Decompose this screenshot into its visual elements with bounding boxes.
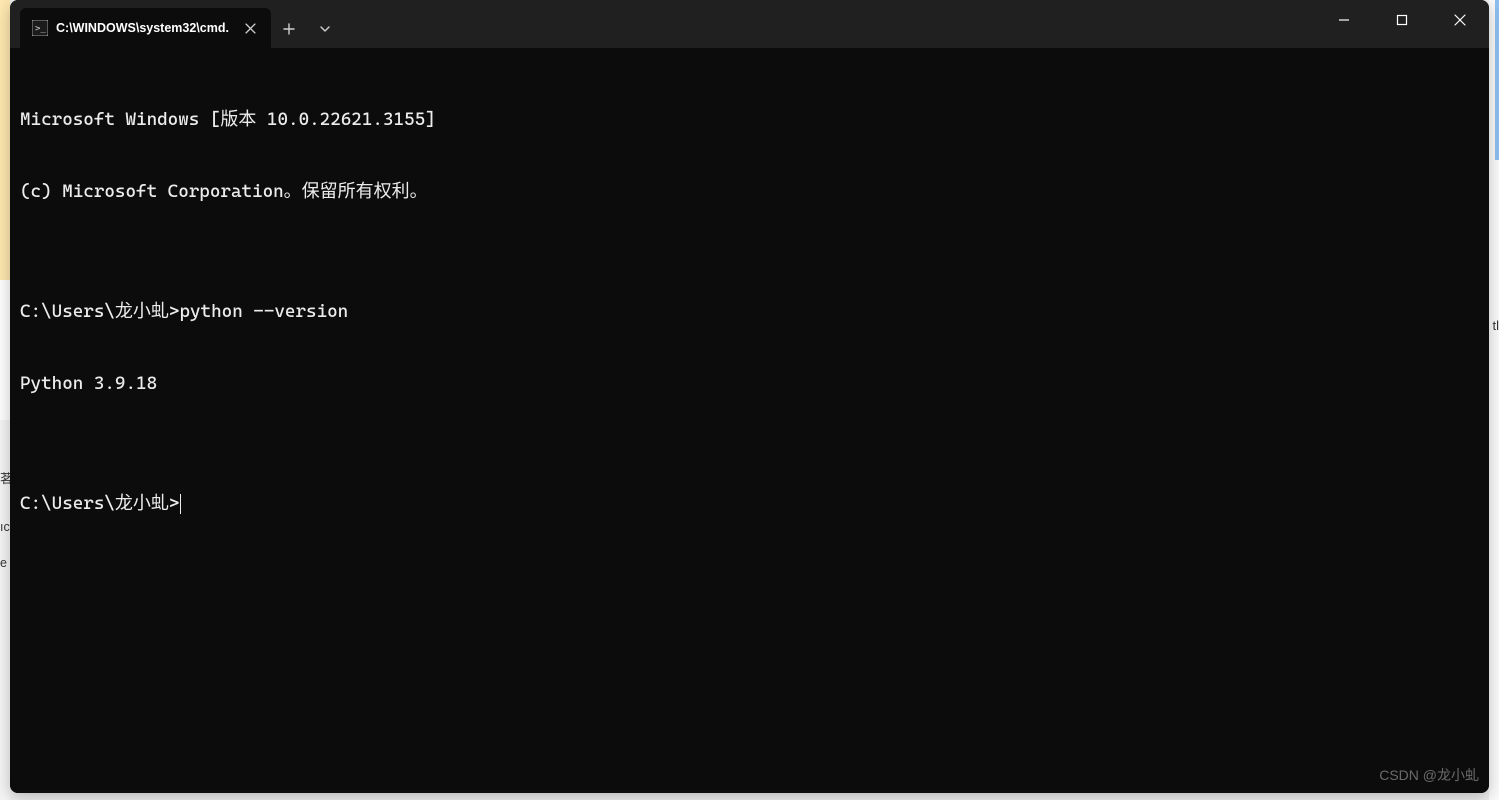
close-button[interactable] — [1431, 0, 1489, 40]
terminal-window: >_ C:\WINDOWS\system32\cmd. — [10, 0, 1489, 793]
maximize-button[interactable] — [1373, 0, 1431, 40]
new-tab-button[interactable] — [271, 11, 307, 47]
background-left-fragment-2: ıc — [0, 520, 10, 534]
tab-active[interactable]: >_ C:\WINDOWS\system32\cmd. — [20, 8, 271, 48]
terminal-prompt-line: C:\Users\龙小虬> — [20, 492, 1479, 516]
tab-close-button[interactable] — [241, 18, 261, 38]
tab-dropdown-button[interactable] — [307, 11, 343, 47]
background-left-fragment-3: e — [0, 556, 7, 570]
background-right-accent — [1495, 0, 1499, 160]
cmd-icon: >_ — [32, 20, 48, 36]
terminal-prompt-text: C:\Users\龙小虬> — [20, 493, 179, 514]
terminal-line: (c) Microsoft Corporation。保留所有权利。 — [20, 180, 1479, 204]
background-right-fragment: tl — [1493, 318, 1499, 333]
watermark: CSDN @龙小虬 — [1379, 763, 1479, 787]
minimize-button[interactable] — [1315, 0, 1373, 40]
tab-title: C:\WINDOWS\system32\cmd. — [56, 21, 229, 35]
terminal-line: Microsoft Windows [版本 10.0.22621.3155] — [20, 108, 1479, 132]
terminal-output[interactable]: Microsoft Windows [版本 10.0.22621.3155] (… — [10, 48, 1489, 793]
window-controls — [1315, 0, 1489, 40]
tabs-area: >_ C:\WINDOWS\system32\cmd. — [10, 8, 343, 48]
terminal-line: C:\Users\龙小虬>python --version — [20, 300, 1479, 324]
titlebar[interactable]: >_ C:\WINDOWS\system32\cmd. — [10, 0, 1489, 48]
cursor-icon — [180, 494, 181, 514]
background-left-edge — [0, 0, 10, 800]
terminal-line: Python 3.9.18 — [20, 372, 1479, 396]
svg-text:>_: >_ — [35, 24, 46, 34]
